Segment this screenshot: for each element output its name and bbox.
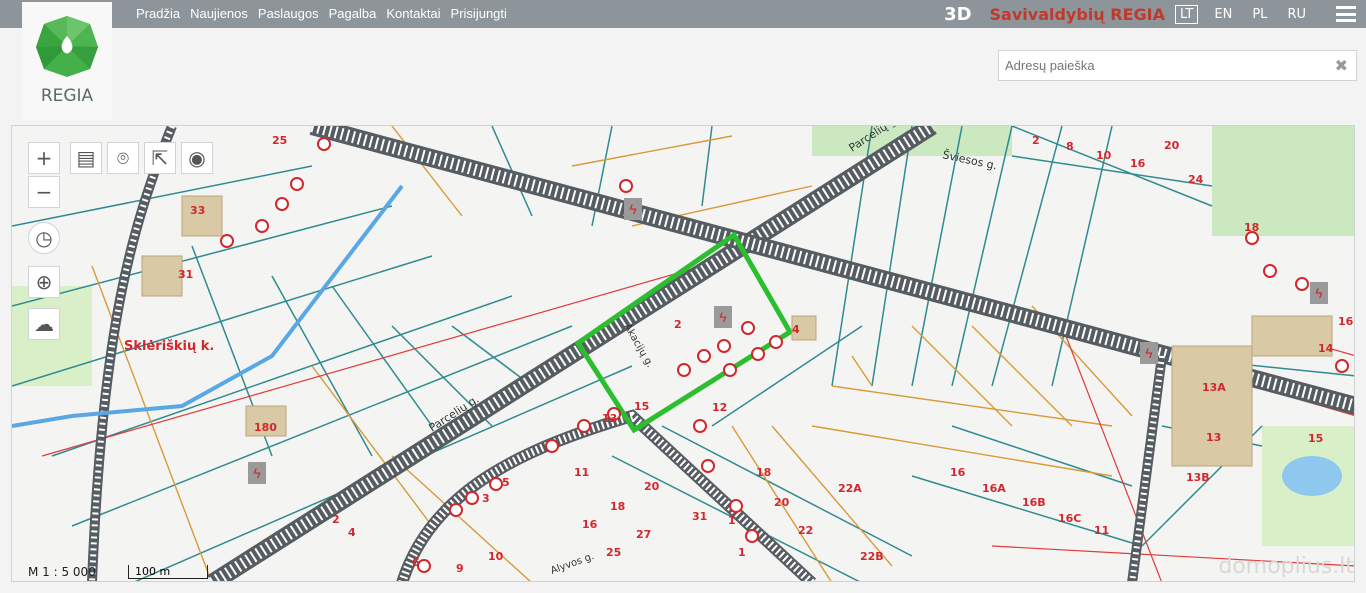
svg-text:ϟ: ϟ	[1145, 345, 1153, 361]
street-label: Akacijų g.	[621, 322, 655, 370]
parcel-label: 24	[1188, 173, 1204, 186]
parcel-label: 16	[1338, 315, 1354, 328]
logo-text: REGIA	[40, 86, 94, 106]
logo[interactable]: REGIA	[22, 2, 112, 120]
parcel-label: 16	[582, 518, 598, 531]
crosshair-icon[interactable]: ⊕	[28, 266, 60, 298]
transformer-icons: ϟ ϟ ϟ ϟ ϟ	[248, 198, 1328, 484]
parcel-label: 11	[1094, 524, 1109, 537]
lang-lt[interactable]: LT	[1174, 4, 1199, 24]
regia-logo-icon	[36, 16, 98, 77]
pin-icon[interactable]: ⌾	[107, 142, 139, 174]
parcel-label: 8	[1066, 140, 1074, 153]
top-bar: Pradžia Naujienos Paslaugos Pagalba Kont…	[0, 0, 1366, 28]
parcel-label: 13B	[1186, 471, 1210, 484]
parcel-label: 15	[634, 400, 649, 413]
scale-bar: 100 m	[128, 565, 208, 579]
parcel-label: 2	[332, 513, 340, 526]
parcel-label: 16	[950, 466, 966, 479]
parcel-label: 27	[636, 528, 651, 541]
nav-services[interactable]: Paslaugos	[258, 6, 319, 21]
lang-ru[interactable]: RU	[1283, 6, 1310, 23]
parcel-label: 31	[692, 510, 707, 523]
map-canvas[interactable]: ϟ ϟ ϟ ϟ ϟ 25 33 31 180 2 4 15 12 13 11 1…	[11, 125, 1355, 582]
parcel-label: 33	[190, 204, 205, 217]
nav-help[interactable]: Pagalba	[329, 6, 377, 21]
menu-icon[interactable]	[1336, 6, 1356, 22]
parcel-label: 18	[1244, 221, 1259, 234]
nav-news[interactable]: Naujienos	[190, 6, 248, 21]
scale-text: M 1 : 5 000	[28, 565, 96, 579]
parcel-label: 180	[254, 421, 277, 434]
zoom-in-button[interactable]: +	[28, 142, 60, 174]
svg-text:ϟ: ϟ	[719, 309, 727, 325]
parcel-label: 11	[574, 466, 589, 479]
parcel-label: 20	[774, 496, 790, 509]
parcel-label: 25	[606, 546, 621, 559]
watermark: domoplius.lt	[1218, 554, 1354, 579]
share-icon[interactable]: ⇱	[144, 142, 176, 174]
layers-icon[interactable]: ▤	[70, 142, 102, 174]
parcel-label: 13	[1206, 431, 1221, 444]
parcel-label: 5	[502, 476, 510, 489]
parcel-orange	[91, 126, 1133, 581]
zoom-out-button[interactable]: −	[28, 176, 60, 208]
parcel-label: 4	[792, 323, 800, 336]
parcel-label: 18	[610, 500, 625, 513]
street-label: Alyvos g.	[549, 551, 596, 577]
parcel-label: 16A	[982, 482, 1006, 495]
locate-icon[interactable]: ◉	[181, 142, 213, 174]
parcel-label: 12	[712, 401, 727, 414]
parcel-label: 31	[178, 268, 193, 281]
parcel-label: 2	[1032, 134, 1040, 147]
close-icon[interactable]: ✖	[1335, 56, 1348, 75]
parcel-label: 1	[738, 546, 746, 559]
parcel-label: 6	[412, 556, 420, 569]
parcel-label: 2	[674, 318, 682, 331]
search-input[interactable]	[999, 51, 1319, 80]
brand-title: Savivaldybių REGIA	[989, 4, 1165, 24]
3d-button[interactable]: 3D	[944, 4, 971, 25]
map-layer: ϟ ϟ ϟ ϟ ϟ 25 33 31 180 2 4 15 12 13 11 1…	[12, 126, 1354, 581]
parcel-label: 22A	[838, 482, 862, 495]
parcel-label: 3	[482, 492, 490, 505]
parcel-label: 20	[644, 480, 660, 493]
region-icon[interactable]: ☁	[28, 308, 60, 340]
parcel-label: 16	[1130, 157, 1146, 170]
village-label: Sklėriškių k.	[124, 339, 214, 354]
parcel-label: 10	[488, 550, 504, 563]
lang-pl[interactable]: PL	[1248, 6, 1271, 23]
parcel-label: 15	[1308, 432, 1323, 445]
railway	[87, 126, 1354, 581]
lake	[1282, 456, 1342, 496]
parcel-label: 20	[1164, 139, 1180, 152]
parcel-label: 16C	[1058, 512, 1081, 525]
parcel-label: 13A	[1202, 381, 1226, 394]
header-right: 3D Savivaldybių REGIA LT EN PL RU	[944, 3, 1366, 25]
parcel-label: 16B	[1022, 496, 1046, 509]
parcel-label: 1	[728, 514, 736, 527]
svg-text:ϟ: ϟ	[253, 465, 261, 481]
address-search: ✖	[998, 50, 1357, 81]
history-icon[interactable]: ◷	[28, 222, 60, 254]
nav-login[interactable]: Prisijungti	[451, 6, 507, 21]
parcel-label: 22	[798, 524, 813, 537]
nav-contacts[interactable]: Kontaktai	[386, 6, 440, 21]
parcel-label: 18	[756, 466, 771, 479]
parcel-label: 10	[1096, 149, 1112, 162]
nav-home[interactable]: Pradžia	[136, 6, 180, 21]
parcel-label: 4	[348, 526, 356, 539]
parcel-label: 25	[272, 134, 287, 147]
parcel-label: 14	[1318, 342, 1334, 355]
parcel-label: 22B	[860, 550, 884, 563]
main-nav: Pradžia Naujienos Paslaugos Pagalba Kont…	[136, 6, 507, 21]
lang-en[interactable]: EN	[1210, 6, 1236, 23]
parcel-label: 13	[602, 412, 617, 425]
parcel-label: 9	[456, 562, 464, 575]
green-area	[1212, 126, 1354, 236]
svg-text:ϟ: ϟ	[629, 201, 637, 217]
svg-text:ϟ: ϟ	[1315, 285, 1323, 301]
